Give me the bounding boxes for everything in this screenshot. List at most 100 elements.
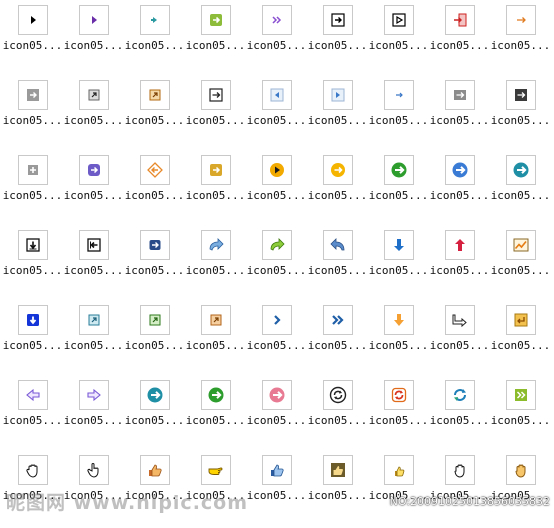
icon-cell[interactable]: icon05...: [63, 3, 124, 78]
icon-caption: icon05...: [246, 489, 307, 502]
icon-cell[interactable]: icon05...: [2, 78, 63, 153]
icon-cell[interactable]: icon05...: [429, 3, 490, 78]
icon-cell[interactable]: icon05...: [124, 78, 185, 153]
icon-caption: icon05...: [429, 489, 490, 502]
icon-caption: icon05...: [490, 39, 551, 52]
icon-caption: icon05...: [63, 339, 124, 352]
icon-cell[interactable]: icon05...: [307, 153, 368, 228]
icon-cell[interactable]: icon05...: [185, 228, 246, 303]
icon-cell[interactable]: icon05...: [429, 228, 490, 303]
icon-cell[interactable]: icon05...: [307, 378, 368, 453]
icon-caption: icon05...: [246, 414, 307, 427]
icon-cell[interactable]: icon05...: [185, 378, 246, 453]
icon-cell[interactable]: icon05...: [429, 378, 490, 453]
icon-cell[interactable]: icon05...: [246, 153, 307, 228]
arrow-right-purple-square-icon: [78, 155, 109, 185]
icon-cell[interactable]: icon05...: [429, 78, 490, 153]
hand-grab-outline-icon: [17, 455, 48, 485]
icon-cell[interactable]: icon05...: [368, 378, 429, 453]
icon-caption: icon05...: [368, 189, 429, 202]
icon-caption: icon05...: [490, 264, 551, 277]
icon-caption: icon05...: [2, 189, 63, 202]
icon-caption: icon05...: [63, 414, 124, 427]
icon-cell[interactable]: icon05...: [490, 303, 551, 378]
icon-caption: icon05...: [246, 264, 307, 277]
icon-cell[interactable]: icon05...: [490, 453, 551, 528]
icon-cell[interactable]: icon05...: [124, 303, 185, 378]
icon-cell[interactable]: icon05...: [185, 453, 246, 528]
icon-cell[interactable]: icon05...: [185, 303, 246, 378]
hand-point-yellow-icon: [200, 455, 231, 485]
icon-cell[interactable]: icon05...: [185, 78, 246, 153]
icon-cell[interactable]: icon05...: [368, 228, 429, 303]
icon-cell[interactable]: icon05...: [246, 3, 307, 78]
icon-cell[interactable]: icon05...: [246, 303, 307, 378]
icon-caption: icon05...: [246, 114, 307, 127]
chevron-right-blue-icon: [261, 305, 292, 335]
icon-cell[interactable]: icon05...: [246, 453, 307, 528]
icon-cell[interactable]: icon05...: [490, 3, 551, 78]
icon-cell[interactable]: icon05...: [2, 228, 63, 303]
icon-cell[interactable]: icon05...: [490, 153, 551, 228]
icon-cell[interactable]: icon05...: [368, 303, 429, 378]
icon-caption: icon05...: [307, 264, 368, 277]
icon-cell[interactable]: icon05...: [2, 453, 63, 528]
icon-cell[interactable]: icon05...: [429, 303, 490, 378]
icon-cell[interactable]: icon05...: [490, 78, 551, 153]
icon-cell[interactable]: icon05...: [2, 303, 63, 378]
icon-cell[interactable]: icon05...: [307, 78, 368, 153]
icon-caption: icon05...: [307, 39, 368, 52]
hand-stop-orange-icon: [505, 455, 536, 485]
icon-cell[interactable]: icon05...: [124, 378, 185, 453]
arrow-curve-blue-icon: [200, 230, 231, 260]
icon-cell[interactable]: icon05...: [246, 378, 307, 453]
icon-cell[interactable]: icon05...: [368, 153, 429, 228]
icon-cell[interactable]: icon05...: [307, 453, 368, 528]
icon-cell[interactable]: icon05...: [307, 228, 368, 303]
arrow-right-gray-square-icon: [17, 80, 48, 110]
icon-cell[interactable]: icon05...: [185, 3, 246, 78]
icon-cell[interactable]: icon05...: [63, 303, 124, 378]
icon-cell[interactable]: icon05...: [63, 78, 124, 153]
icon-cell[interactable]: icon05...: [63, 378, 124, 453]
icon-caption: icon05...: [429, 339, 490, 352]
icon-cell[interactable]: icon05...: [124, 153, 185, 228]
icon-cell[interactable]: icon05...: [368, 78, 429, 153]
icon-cell[interactable]: icon05...: [307, 303, 368, 378]
icon-cell[interactable]: icon05...: [490, 378, 551, 453]
tri-right-blue-box-icon: [322, 80, 353, 110]
icon-cell[interactable]: icon05...: [429, 153, 490, 228]
arrow-right-green-circle-icon: [383, 155, 414, 185]
icon-cell[interactable]: icon05...: [368, 453, 429, 528]
icon-caption: icon05...: [246, 189, 307, 202]
arrow-diag-teal-square-icon: [78, 305, 109, 335]
icon-cell[interactable]: icon05...: [2, 3, 63, 78]
refresh-blue-teal-icon: [444, 380, 475, 410]
icon-caption: icon05...: [63, 489, 124, 502]
icon-caption: icon05...: [124, 39, 185, 52]
icon-cell[interactable]: icon05...: [185, 153, 246, 228]
icon-cell[interactable]: icon05...: [63, 453, 124, 528]
icon-cell[interactable]: icon05...: [2, 378, 63, 453]
icon-cell[interactable]: icon05...: [429, 453, 490, 528]
arrow-down-blue-box-icon: [17, 305, 48, 335]
icon-cell[interactable]: icon05...: [124, 453, 185, 528]
icon-cell[interactable]: icon05...: [368, 3, 429, 78]
icon-caption: icon05...: [307, 114, 368, 127]
icon-caption: icon05...: [63, 114, 124, 127]
icon-cell[interactable]: icon05...: [307, 3, 368, 78]
icon-cell[interactable]: icon05...: [63, 228, 124, 303]
icon-cell[interactable]: icon05...: [490, 228, 551, 303]
arrow-down-orange-icon: [383, 305, 414, 335]
double-chevron-green-box-icon: [505, 380, 536, 410]
tri-right-purple-icon: [78, 5, 109, 35]
icon-caption: icon05...: [124, 489, 185, 502]
icon-cell[interactable]: icon05...: [246, 78, 307, 153]
icon-cell[interactable]: icon05...: [124, 3, 185, 78]
thumbs-up-tan-box-icon: [322, 455, 353, 485]
icon-cell[interactable]: icon05...: [2, 153, 63, 228]
icon-cell[interactable]: icon05...: [63, 153, 124, 228]
icon-cell[interactable]: icon05...: [124, 228, 185, 303]
double-chevron-purple-icon: [261, 5, 292, 35]
icon-cell[interactable]: icon05...: [246, 228, 307, 303]
